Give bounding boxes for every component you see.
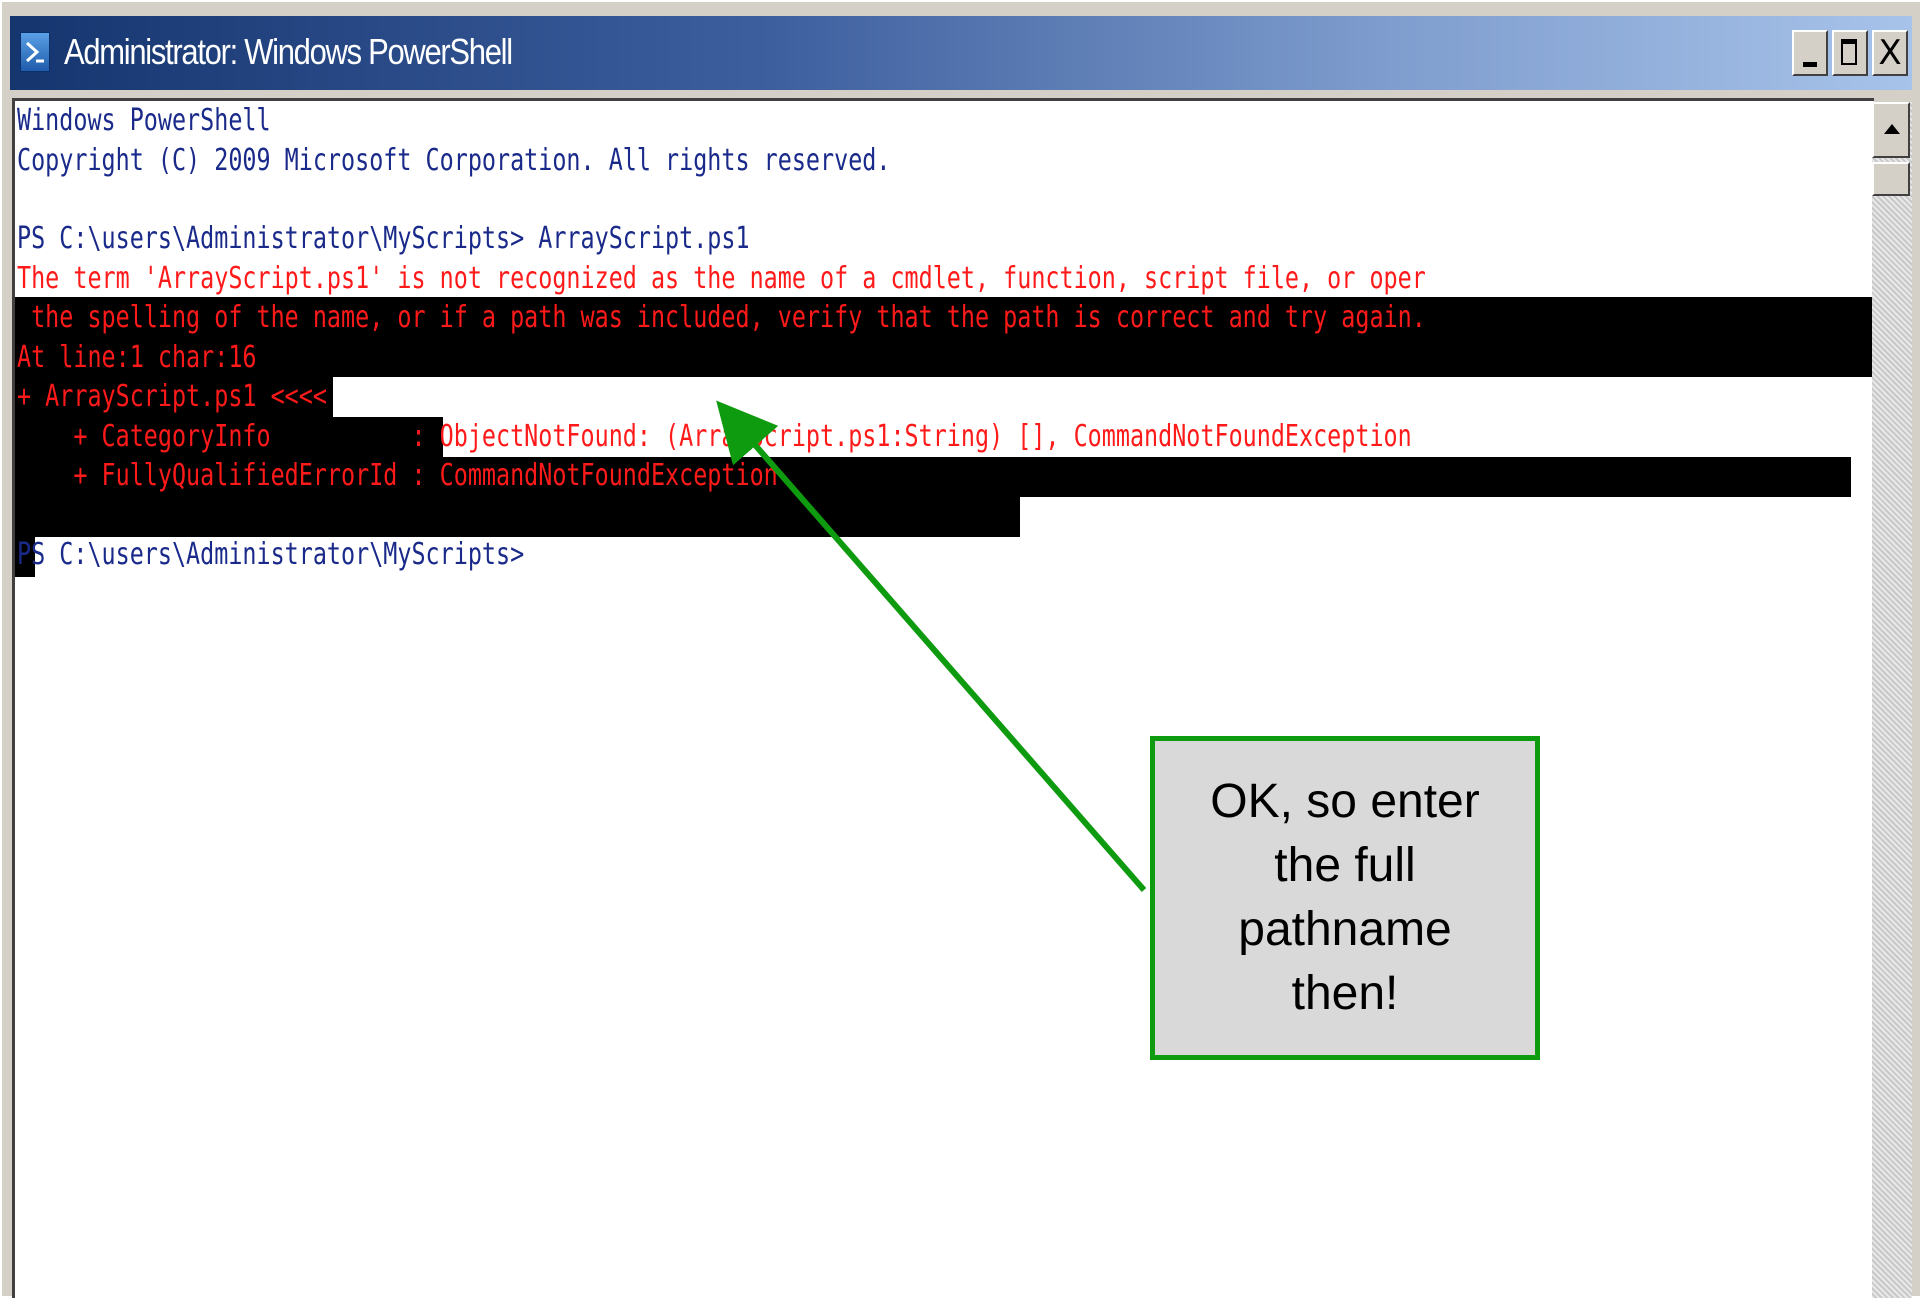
callout-box: OK, so enter the full pathname then! xyxy=(1150,736,1540,1060)
powershell-window: Administrator: Windows PowerShell X Wind… xyxy=(0,0,1920,1298)
arrow-up-icon xyxy=(1884,124,1900,134)
close-icon: X xyxy=(1878,33,1902,73)
vertical-scrollbar[interactable] xyxy=(1872,102,1912,1298)
error-line: At line:1 char:16 xyxy=(17,340,257,375)
command-prompt-line[interactable]: PS C:\users\Administrator\MyScripts> xyxy=(17,535,524,575)
error-line xyxy=(17,496,31,536)
error-line: + ArrayScript.ps1 <<<< xyxy=(17,379,342,414)
maximize-icon xyxy=(1841,39,1857,65)
close-button[interactable]: X xyxy=(1872,30,1908,76)
callout-text: OK, so enter the full pathname then! xyxy=(1210,775,1480,1020)
error-line: the spelling of the name, or if a path w… xyxy=(17,300,1426,335)
powershell-icon xyxy=(20,32,50,72)
scroll-thumb[interactable] xyxy=(1872,162,1910,196)
console-line: Windows PowerShell xyxy=(17,103,271,138)
maximize-button[interactable] xyxy=(1832,30,1868,76)
error-highlight xyxy=(15,497,1020,537)
minimize-icon xyxy=(1803,62,1817,67)
command-prompt-line: PS C:\users\Administrator\MyScripts> Arr… xyxy=(17,221,750,256)
console-output[interactable]: Windows PowerShell Copyright (C) 2009 Mi… xyxy=(12,98,1874,1298)
console-line: Copyright (C) 2009 Microsoft Corporation… xyxy=(17,143,891,178)
title-bar[interactable]: Administrator: Windows PowerShell X xyxy=(10,16,1912,90)
error-line: + CategoryInfo : ObjectNotFound: (ArrayS… xyxy=(17,419,1412,454)
scroll-up-button[interactable] xyxy=(1872,102,1910,158)
error-line: + FullyQualifiedErrorId : CommandNotFoun… xyxy=(17,458,778,493)
minimize-button[interactable] xyxy=(1792,30,1828,76)
window-title: Administrator: Windows PowerShell xyxy=(64,31,513,72)
error-line: The term 'ArrayScript.ps1' is not recogn… xyxy=(17,261,1426,296)
